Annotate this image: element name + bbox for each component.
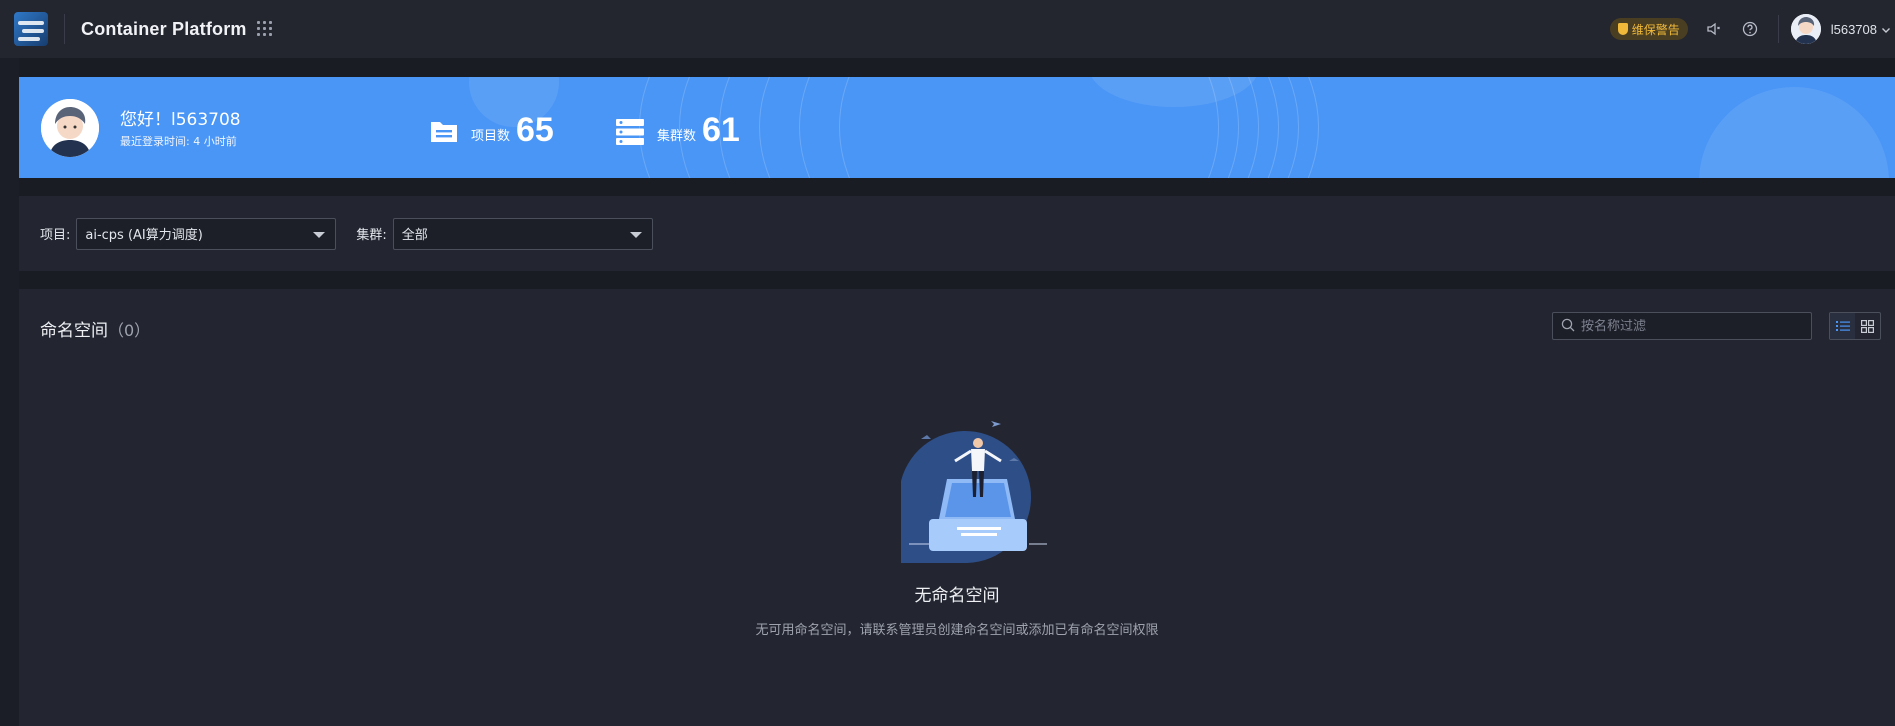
namespace-title-text: 命名空间 (40, 321, 108, 341)
warning-badge-label: 维保警告 (1631, 22, 1680, 37)
namespace-count: （0） (108, 321, 151, 340)
project-filter-label: 项目: (40, 228, 71, 243)
filter-bar: 项目: ai-cps (AI算力调度) 集群: 全部 (19, 196, 1895, 271)
list-view-icon[interactable] (1830, 313, 1855, 339)
empty-illustration (879, 399, 1059, 573)
server-icon (615, 118, 645, 145)
last-login-label: 最近登录时间: (120, 135, 190, 148)
grid-view-icon[interactable] (1855, 313, 1880, 339)
username[interactable]: l563708 (1831, 22, 1877, 37)
namespace-title: 命名空间（0） (40, 316, 150, 341)
projects-count: 65 (516, 111, 554, 149)
cluster-select-value: 全部 (401, 228, 428, 243)
chevron-down-icon[interactable] (1881, 20, 1891, 39)
top-bar: Container Platform 维保警告 l563708 (0, 0, 1895, 58)
platform-logo[interactable] (14, 12, 48, 46)
caret-down-icon (313, 231, 326, 238)
app-title: Container Platform (81, 18, 247, 39)
divider (1777, 15, 1779, 43)
caret-down-icon (629, 231, 642, 238)
clusters-count: 61 (702, 111, 740, 149)
folder-icon (429, 118, 459, 144)
projects-label: 项目数 (471, 129, 511, 144)
last-login-value: 4 小时前 (193, 135, 237, 148)
projects-stat: 项目数 65 (429, 111, 554, 150)
search-input[interactable] (1581, 318, 1801, 334)
clusters-stat: 集群数 61 (615, 111, 740, 150)
left-sidebar-strip (0, 58, 19, 726)
help-icon[interactable] (1740, 19, 1760, 39)
speaker-icon[interactable] (1704, 19, 1724, 39)
last-login: 最近登录时间: 4 小时前 (120, 133, 237, 149)
clusters-label: 集群数 (657, 129, 697, 144)
user-avatar[interactable] (1790, 14, 1821, 44)
empty-description: 无可用命名空间，请联系管理员创建命名空间或添加已有命名空间权限 (755, 623, 1159, 638)
divider (64, 14, 65, 44)
search-icon (1561, 317, 1575, 336)
shield-icon (1617, 23, 1628, 35)
cluster-filter-label: 集群: (356, 228, 387, 243)
view-toggle (1829, 312, 1881, 340)
warning-badge[interactable]: 维保警告 (1609, 18, 1688, 40)
apps-grid-icon[interactable] (256, 21, 273, 37)
project-select-value: ai-cps (AI算力调度) (85, 228, 203, 243)
namespace-panel: 命名空间（0） 无命 (19, 289, 1895, 726)
namespace-search[interactable] (1552, 312, 1812, 340)
cluster-select[interactable]: 全部 (392, 217, 653, 250)
project-select[interactable]: ai-cps (AI算力调度) (76, 217, 337, 250)
user-avatar-large (41, 99, 99, 157)
empty-title: 无命名空间 (914, 586, 1000, 606)
welcome-banner: 您好！l563708 最近登录时间: 4 小时前 项目数 65 集群数 61 (19, 77, 1895, 178)
greeting: 您好！l563708 (120, 110, 241, 130)
